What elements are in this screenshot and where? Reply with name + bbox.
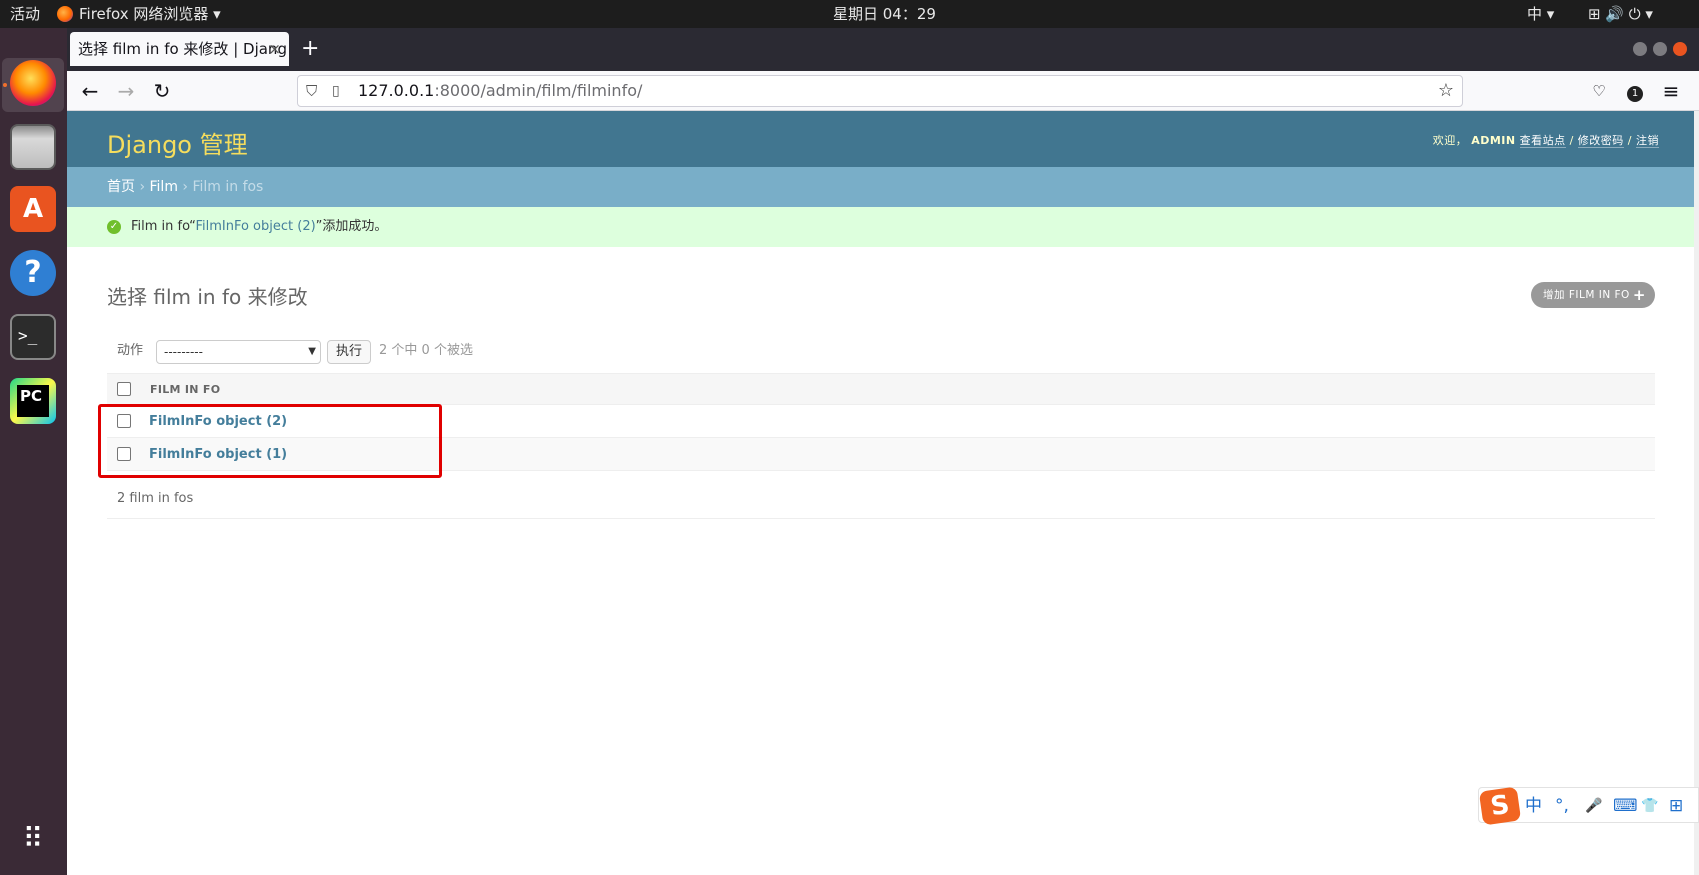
add-button-label: 增加 FILM IN FO <box>1543 289 1630 301</box>
ime-toolbar: S 中 °, 🎤 ⌨ 👕 ⊞ <box>1478 786 1699 826</box>
clock[interactable]: 星期日 04：29 <box>833 0 936 28</box>
close-window-button[interactable] <box>1673 42 1687 56</box>
tab-strip: 选择 film in fo 来修改 | Djang × + <box>67 28 1699 71</box>
minimize-button[interactable] <box>1633 42 1647 56</box>
breadcrumb-app[interactable]: Film <box>150 179 178 195</box>
breadcrumb-separator: › <box>135 179 150 195</box>
breadcrumb-home[interactable]: 首页 <box>107 179 135 195</box>
toolbox-grid-icon[interactable]: ⊞ <box>1669 788 1683 824</box>
tab-title: 选择 film in fo 来修改 | Djang <box>78 40 287 58</box>
back-button[interactable]: ← <box>76 77 104 105</box>
pocket-icon[interactable]: ♡ <box>1585 77 1613 105</box>
extension-badge: 1 <box>1627 86 1643 102</box>
system-status-menu[interactable]: ⊞ 🔊 ⏻ ▾ <box>1588 0 1653 28</box>
navigation-bar: ← → ↻ ⛉ ▯ 127.0.0.1:8000/admin/film/film… <box>67 71 1699 111</box>
pycharm-icon-mark: PC <box>17 385 49 417</box>
select-all-checkbox[interactable] <box>117 382 131 396</box>
column-header-filminfo[interactable]: FILM IN FO <box>150 374 220 406</box>
action-selected-option: --------- <box>164 345 203 359</box>
run-action-button[interactable]: 执行 <box>327 340 371 364</box>
ime-punctuation-toggle[interactable]: °, <box>1555 788 1569 824</box>
annotation-highlight-box <box>98 404 442 478</box>
hamburger-menu-icon[interactable]: ≡ <box>1657 77 1685 105</box>
success-check-icon: ✓ <box>107 220 121 234</box>
app-grid-icon[interactable]: ⠿ <box>10 816 56 862</box>
software-center-icon[interactable]: A <box>10 186 56 232</box>
add-filminfo-button[interactable]: 增加 FILM IN FO + <box>1531 282 1655 308</box>
message-suffix: ”添加成功。 <box>315 219 388 234</box>
action-select[interactable]: --------- ▼ <box>156 340 321 364</box>
activities-button[interactable]: 活动 <box>10 0 40 28</box>
app-menu-label: Firefox 网络浏览器 ▾ <box>79 5 221 23</box>
action-label: 动作 <box>117 343 144 358</box>
page-title: 选择 film in fo 来修改 <box>107 285 308 309</box>
address-bar[interactable]: ⛉ ▯ 127.0.0.1:8000/admin/film/filminfo/ … <box>297 75 1463 107</box>
browser-tab[interactable]: 选择 film in fo 来修改 | Djang × <box>70 32 289 66</box>
sogou-logo-icon[interactable]: S <box>1478 786 1522 826</box>
tab-close-icon[interactable]: × <box>268 32 281 66</box>
change-password-link[interactable]: 修改密码 <box>1577 134 1624 148</box>
user-tools-separator: / <box>1565 134 1578 147</box>
breadcrumb-separator: › <box>177 179 193 195</box>
scrollbar-track[interactable] <box>1694 111 1699 875</box>
help-icon[interactable]: ? <box>10 250 56 296</box>
django-admin-page: Django 管理 欢迎， ADMIN 查看站点 / 修改密码 / 注销 首页 … <box>67 111 1699 875</box>
welcome-text: 欢迎， <box>1432 134 1468 147</box>
admin-header: Django 管理 欢迎， ADMIN 查看站点 / 修改密码 / 注销 <box>67 111 1699 167</box>
dock: A ? >_ PC ⠿ <box>0 28 67 875</box>
url-host: 127.0.0.1 <box>358 81 435 100</box>
page-info-icon[interactable]: ▯ <box>332 76 340 106</box>
url-text[interactable]: 127.0.0.1:8000/admin/film/filminfo/ <box>358 76 642 106</box>
app-menu[interactable]: Firefox 网络浏览器 ▾ <box>57 0 221 28</box>
firefox-icon <box>57 6 73 22</box>
dock-running-indicator <box>3 83 7 87</box>
user-tools-separator: / <box>1623 134 1636 147</box>
selection-counter: 2 个中 0 个被选 <box>379 343 473 358</box>
actions-bar: 动作 --------- ▼ 执行 2 个中 0 个被选 <box>107 337 1655 365</box>
chevron-down-icon: ▼ <box>308 346 316 357</box>
reload-button[interactable]: ↻ <box>148 77 176 105</box>
keyboard-icon[interactable]: ⌨ <box>1613 788 1638 824</box>
message-prefix: Film in fo“ <box>131 219 196 234</box>
message-object-link[interactable]: FilmInFo object (2) <box>195 219 315 234</box>
bookmark-star-icon[interactable]: ☆ <box>1438 76 1454 106</box>
terminal-icon[interactable]: >_ <box>10 314 56 360</box>
system-top-bar: 活动 Firefox 网络浏览器 ▾ 星期日 04：29 中 ▾ ⊞ 🔊 ⏻ ▾ <box>0 0 1699 28</box>
maximize-button[interactable] <box>1653 42 1667 56</box>
extension-button[interactable]: 1 <box>1621 77 1649 105</box>
username: ADMIN <box>1471 134 1516 147</box>
new-tab-button[interactable]: + <box>301 34 319 64</box>
logout-link[interactable]: 注销 <box>1636 134 1659 148</box>
ime-chinese-mode[interactable]: 中 <box>1525 788 1542 824</box>
view-site-link[interactable]: 查看站点 <box>1519 134 1566 148</box>
skin-shirt-icon[interactable]: 👕 <box>1641 788 1658 824</box>
table-header: FILM IN FO <box>107 373 1655 405</box>
files-icon[interactable] <box>10 124 56 170</box>
breadcrumb-current: Film in fos <box>192 179 264 195</box>
site-branding[interactable]: Django 管理 <box>107 125 248 160</box>
paginator: 2 film in fos <box>107 479 1655 519</box>
plus-icon: + <box>1632 286 1646 304</box>
breadcrumb: 首页 › Film › Film in fos <box>67 167 1699 207</box>
firefox-icon[interactable] <box>10 60 56 106</box>
url-path: :8000/admin/film/filminfo/ <box>434 81 643 100</box>
user-tools: 欢迎， ADMIN 查看站点 / 修改密码 / 注销 <box>1433 132 1659 148</box>
input-method-indicator[interactable]: 中 ▾ <box>1527 0 1554 28</box>
microphone-icon[interactable]: 🎤 <box>1585 788 1602 824</box>
tracking-shield-icon[interactable]: ⛉ <box>306 76 317 106</box>
success-message: ✓ Film in fo“FilmInFo object (2)”添加成功。 <box>67 207 1699 247</box>
forward-button[interactable]: → <box>112 77 140 105</box>
pycharm-icon[interactable]: PC <box>10 378 56 424</box>
